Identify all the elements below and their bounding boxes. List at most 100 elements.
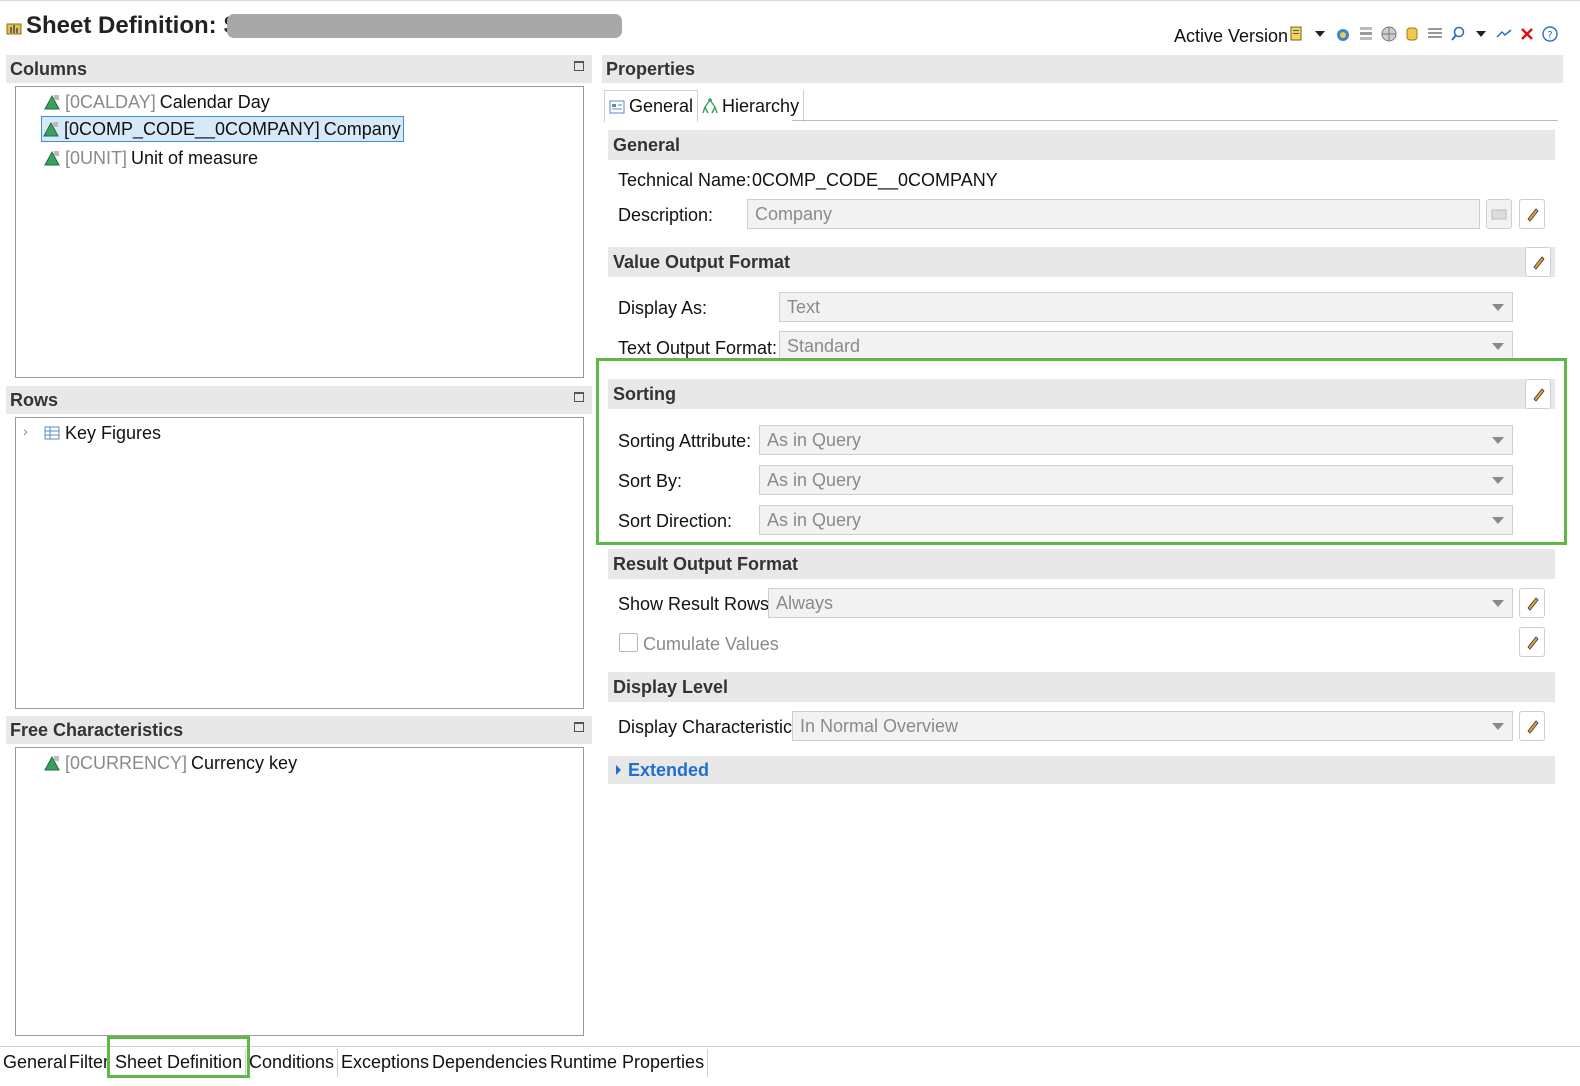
technical-name-value: 0COMP_CODE__0COMPANY [752,170,998,190]
properties-tabs: General Hierarchy [604,90,805,122]
dropdown-arrow-icon[interactable] [1311,26,1328,43]
rows-section-header: Rows [6,386,592,414]
edit-description-button[interactable] [1519,199,1545,229]
edit-value-output-button[interactable] [1525,247,1551,277]
properties-header: Properties [602,55,1563,83]
value-output-group-header: Value Output Format [608,247,1555,277]
bottom-tab-filter[interactable]: Filter [66,1049,113,1077]
show-result-rows-dropdown[interactable]: Always [768,588,1513,618]
general-group-header: General [608,130,1555,160]
free-header-label: Free Characteristics [10,720,184,740]
columns-header-label: Columns [10,59,88,79]
pencil-icon [1533,256,1545,270]
columns-section-header: Columns [6,55,592,83]
display-characteristic-value: In Normal Overview [800,716,959,736]
bottom-tab-conditions[interactable]: Conditions [246,1049,339,1077]
pencil-icon [1527,636,1539,650]
free-characteristics-section-header: Free Characteristics [6,716,592,744]
expand-triangle-icon [616,765,621,775]
chevron-down-icon [1492,600,1504,607]
svg-text:?: ? [1547,30,1552,41]
search-icon[interactable] [1449,26,1466,43]
item-name: Calendar Day [159,91,270,112]
item-technical-name: [0COMP_CODE__0COMPANY] [64,118,320,139]
hierarchy-icon [702,98,718,114]
stack-icon[interactable] [1357,26,1374,43]
sorting-highlight-box [596,358,1567,545]
description-label: Description: [618,205,714,225]
display-characteristic-dropdown[interactable]: In Normal Overview [792,711,1513,741]
edit-display-characteristic-button[interactable] [1519,711,1545,741]
bottom-tab-runtime-properties[interactable]: Runtime Properties [547,1049,709,1077]
editor-title-bar: Sheet Definition: S Active Version ? [0,0,1580,52]
display-as-dropdown[interactable]: Text [779,292,1513,322]
query-icon [6,23,22,35]
tab-general[interactable]: General [604,90,699,122]
expand-chevron-icon[interactable]: › [23,423,28,439]
general-tab-icon [609,100,625,113]
rows-tree: › Key Figures [15,417,584,709]
document-icon[interactable] [1288,26,1305,43]
pencil-icon [1527,597,1539,611]
bottom-tab-exceptions[interactable]: Exceptions [338,1049,434,1077]
minimize-icon[interactable] [574,61,584,71]
edit-cumulate-values-button[interactable] [1519,627,1545,657]
tab-hierarchy[interactable]: Hierarchy [698,90,805,122]
result-output-group-header: Result Output Format [608,549,1555,579]
list-item[interactable]: [0UNIT] Unit of measure [43,145,258,171]
display-level-group-header: Display Level [608,672,1555,702]
list-item[interactable]: Key Figures [43,420,161,446]
extended-section-toggle[interactable]: Extended [608,756,1555,784]
chevron-down-icon [1492,723,1504,730]
redacted-region [227,14,622,38]
characteristic-icon [44,150,60,166]
bottom-tab-dependencies[interactable]: Dependencies [429,1049,552,1077]
show-result-rows-label: Show Result Rows: [618,594,775,614]
refresh-icon[interactable] [1334,26,1351,43]
chevron-down-icon [1492,304,1504,311]
extended-label: Extended [628,760,710,780]
tabs-divider [792,120,1558,121]
bottom-tab-general[interactable]: General [0,1049,72,1077]
editor-toolbar: ? [1288,24,1558,44]
language-button[interactable] [1486,199,1512,229]
list-item[interactable]: [0CALDAY] Calendar Day [43,89,270,115]
display-as-value: Text [787,297,821,317]
pencil-icon [1527,208,1539,222]
rows-header-label: Rows [10,390,59,410]
item-technical-name: [0CURRENCY] [65,752,188,773]
link-icon[interactable] [1495,26,1512,43]
key-figures-icon [44,426,60,440]
help-icon[interactable]: ? [1541,26,1558,43]
tab-hierarchy-label: Hierarchy [722,95,800,116]
page-title: Sheet Definition: S [26,12,240,39]
translate-icon [1491,209,1507,220]
list-icon[interactable] [1426,26,1443,43]
characteristic-icon [43,121,59,137]
technical-name-label: Technical Name: [618,170,752,190]
item-name: Key Figures [65,422,162,443]
text-output-format-value: Standard [787,336,861,356]
item-technical-name: [0UNIT] [65,147,128,168]
text-output-format-label: Text Output Format: [618,338,778,358]
list-item[interactable]: [0CURRENCY] Currency key [43,750,297,776]
text-output-format-dropdown[interactable]: Standard [779,331,1513,361]
close-icon[interactable] [1518,26,1535,43]
pencil-icon [1527,720,1539,734]
globe-icon[interactable] [1380,26,1397,43]
list-item-selected[interactable]: [0COMP_CODE__0COMPANY] Company [41,116,404,142]
cylinder-icon[interactable] [1403,26,1420,43]
display-characteristic-label: Display Characteristic: [618,717,798,737]
minimize-icon[interactable] [574,722,584,732]
edit-show-result-rows-button[interactable] [1519,588,1545,618]
characteristic-icon [44,94,60,110]
chevron-down-icon [1492,343,1504,350]
active-version-label: Active Version [1174,26,1289,46]
item-name: Unit of measure [131,147,259,168]
dropdown-arrow-icon[interactable] [1472,26,1489,43]
show-result-rows-value: Always [776,593,834,613]
minimize-icon[interactable] [574,392,584,402]
display-as-label: Display As: [618,298,708,318]
cumulate-values-checkbox[interactable] [619,633,638,652]
description-field[interactable]: Company [747,199,1480,229]
